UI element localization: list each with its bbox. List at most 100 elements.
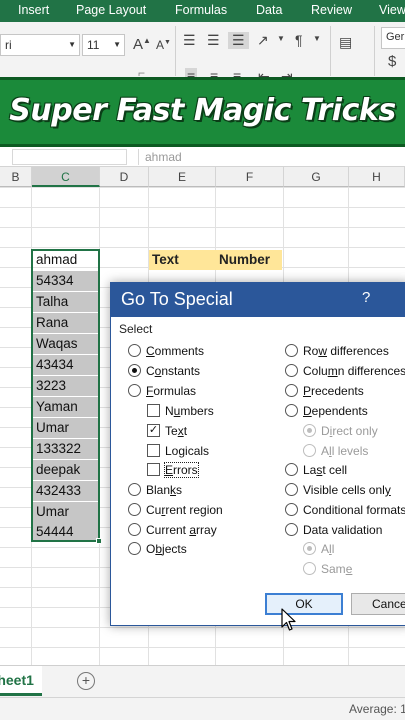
radio-icon[interactable]	[128, 523, 141, 536]
font-size-box[interactable]: 11 ▼	[82, 34, 125, 56]
radio-icon[interactable]	[285, 463, 298, 476]
checkbox-numbers[interactable]: Numbers	[147, 403, 214, 419]
ribbon: ri ▼ 11 ▼ A▲ A▼ ⌐ ☰ ☰ ☰ ↗ ▼ ¶ ▼ ≡ ≡ ≡ ⇤ …	[0, 22, 405, 84]
tab-data[interactable]: Data	[256, 3, 282, 17]
align-top-icon[interactable]: ☰	[183, 32, 196, 49]
radio-icon[interactable]	[285, 483, 298, 496]
radio-icon[interactable]	[128, 344, 141, 357]
cell-e-text-header[interactable]: Text	[149, 250, 216, 270]
option-current-array[interactable]: Current array	[128, 522, 217, 538]
name-box[interactable]	[12, 149, 127, 165]
radio-icon[interactable]	[128, 503, 141, 516]
currency-icon[interactable]: $	[388, 53, 396, 70]
radio-icon[interactable]	[285, 344, 298, 357]
option-label: Row differences	[303, 344, 389, 358]
sheet-tab-sheet1[interactable]: Sheet1	[0, 666, 42, 696]
mouse-pointer-icon	[281, 608, 296, 631]
radio-disabled-icon	[303, 542, 316, 555]
help-icon[interactable]: ?	[362, 289, 370, 306]
column-header-c[interactable]: C	[32, 167, 100, 187]
chevron-down-icon[interactable]: ▼	[313, 34, 321, 43]
radio-icon[interactable]	[285, 503, 298, 516]
dialog-title-bar[interactable]: Go To Special ?	[111, 283, 405, 317]
ok-button[interactable]: OK	[265, 593, 343, 615]
option-precedents[interactable]: Precedents	[285, 383, 364, 399]
option-conditional-formats[interactable]: Conditional formats	[285, 502, 405, 518]
status-bar: Average: 1	[0, 697, 405, 720]
select-section-label: Select	[119, 322, 153, 336]
option-label: Current region	[146, 503, 223, 517]
option-visible-cells-only[interactable]: Visible cells only	[285, 482, 391, 498]
formula-input[interactable]: ahmad	[138, 149, 405, 165]
wrap-text-icon[interactable]: ¶	[295, 32, 303, 48]
option-comments[interactable]: Comments	[128, 343, 204, 359]
option-objects[interactable]: Objects	[128, 541, 187, 557]
align-bottom-icon[interactable]: ☰	[228, 32, 249, 49]
dialog-title: Go To Special	[121, 289, 233, 309]
option-blanks[interactable]: Blanks	[128, 482, 182, 498]
option-label: Errors	[164, 462, 199, 478]
font-name-value: ri	[5, 38, 12, 52]
cell-f-number-header[interactable]: Number	[216, 250, 282, 270]
tab-insert[interactable]: Insert	[18, 3, 49, 17]
option-current-region[interactable]: Current region	[128, 502, 223, 518]
column-header-d[interactable]: D	[100, 167, 149, 187]
merge-center-icon[interactable]: ▤	[339, 34, 352, 51]
option-label: Data validation	[303, 523, 383, 537]
option-row-differences[interactable]: Row differences	[285, 343, 389, 359]
radio-icon[interactable]	[128, 384, 141, 397]
radio-disabled-icon	[303, 424, 316, 437]
option-column-differences[interactable]: Column differences	[285, 363, 405, 379]
ribbon-tab-bar: Insert Page Layout Formulas Data Review …	[0, 0, 405, 22]
number-format-box[interactable]: Ger	[381, 27, 405, 49]
option-label: Column differences	[303, 364, 405, 378]
tab-page-layout[interactable]: Page Layout	[76, 3, 146, 17]
orientation-icon[interactable]: ↗	[257, 32, 269, 49]
column-header-f[interactable]: F	[216, 167, 284, 187]
radio-icon[interactable]	[285, 523, 298, 536]
formula-bar: ahmad	[0, 147, 405, 167]
radio-icon[interactable]	[128, 483, 141, 496]
option-formulas[interactable]: Formulas	[128, 383, 196, 399]
ribbon-separator	[175, 26, 176, 76]
column-header-b[interactable]: B	[0, 167, 32, 187]
fill-handle[interactable]	[96, 538, 102, 544]
radio-selected-icon[interactable]	[128, 364, 141, 377]
option-data-validation[interactable]: Data validation	[285, 522, 382, 538]
checkbox-icon[interactable]	[147, 444, 160, 457]
tab-formulas[interactable]: Formulas	[175, 3, 227, 17]
font-name-box[interactable]: ri ▼	[0, 34, 80, 56]
checkbox-icon[interactable]	[147, 463, 160, 476]
ribbon-separator	[374, 26, 375, 76]
checkbox-text[interactable]: ✓ Text	[147, 423, 187, 439]
add-sheet-icon[interactable]: +	[77, 672, 95, 690]
radio-icon[interactable]	[128, 542, 141, 555]
shrink-font-icon[interactable]: A▼	[156, 38, 171, 52]
option-label: Conditional formats	[303, 503, 405, 517]
option-dependents[interactable]: Dependents	[285, 403, 368, 419]
grow-font-icon[interactable]: A▲	[133, 36, 151, 53]
align-middle-icon[interactable]: ☰	[207, 32, 220, 49]
chevron-down-icon[interactable]: ▼	[277, 34, 285, 43]
cancel-button[interactable]: Cancel	[351, 593, 405, 615]
tab-view[interactable]: View	[379, 3, 405, 17]
column-header-h[interactable]: H	[349, 167, 405, 187]
radio-icon[interactable]	[285, 384, 298, 397]
checkbox-errors[interactable]: Errors	[147, 462, 199, 478]
option-last-cell[interactable]: Last cell	[285, 462, 347, 478]
checkbox-logicals[interactable]: Logicals	[147, 443, 209, 459]
option-constants[interactable]: Constants	[128, 363, 200, 379]
column-header-g[interactable]: G	[284, 167, 349, 187]
checkbox-icon[interactable]	[147, 404, 160, 417]
banner-title: Super Fast Magic Tricks	[9, 93, 396, 128]
checkmark-icon[interactable]: ✓	[147, 424, 160, 437]
column-header-e[interactable]: E	[149, 167, 216, 187]
radio-icon[interactable]	[285, 404, 298, 417]
ribbon-separator	[330, 26, 331, 76]
option-all-levels: All levels	[303, 443, 368, 459]
radio-icon[interactable]	[285, 364, 298, 377]
option-all: All	[303, 541, 334, 557]
tab-review[interactable]: Review	[311, 3, 352, 17]
excel-window: Insert Page Layout Formulas Data Review …	[0, 0, 405, 720]
go-to-special-dialog: Go To Special ? Select Comments Constant…	[110, 282, 405, 626]
